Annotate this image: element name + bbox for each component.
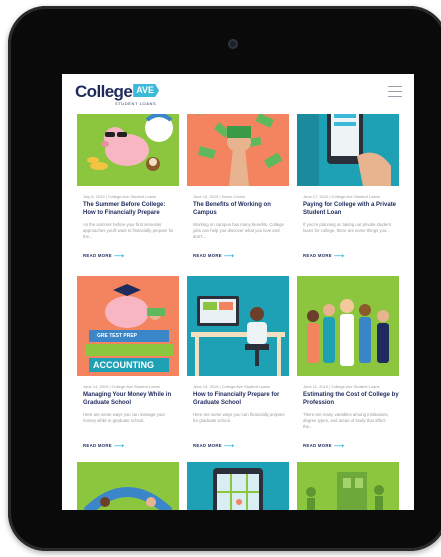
article-title[interactable]: Estimating the Cost of College by Profes…	[303, 391, 399, 407]
read-more-label: READ MORE	[83, 253, 112, 258]
article-meta: June 10, 2019 | Karen Cohen	[193, 194, 246, 199]
article-card[interactable]	[297, 462, 399, 510]
campus-illustration-image[interactable]	[77, 462, 179, 510]
article-meta: June 14, 2019 | College Ave Student Loan…	[83, 384, 160, 389]
article-meta: July 8, 2019 | College Ave Student Loans	[83, 194, 157, 199]
camera-icon	[228, 39, 238, 49]
read-more-link[interactable]: READ MORE ⟶	[193, 442, 234, 450]
article-title[interactable]: How to Financially Prepare for Graduate …	[193, 391, 289, 407]
article-meta: June 13, 2019 | College Ave Student Loan…	[193, 384, 270, 389]
book-label: ACCOUNTING	[93, 360, 154, 370]
read-more-link[interactable]: READ MORE ⟶	[303, 252, 344, 260]
read-more-label: READ MORE	[303, 443, 332, 448]
article-title[interactable]: The Benefits of Working on Campus	[193, 201, 289, 217]
logo-subtitle: STUDENT LOANS	[115, 101, 157, 106]
article-excerpt: If you're planning on taking out private…	[303, 222, 391, 233]
article-meta: June 11, 2019 | College Ave Student Loan…	[303, 384, 380, 389]
read-more-link[interactable]: READ MORE ⟶	[193, 252, 234, 260]
arrow-right-icon: ⟶	[223, 443, 235, 450]
logo-wordmark: College	[75, 82, 133, 101]
logo-ave-badge: AVE	[133, 84, 160, 97]
article-excerpt: Here are some ways you can manage your m…	[83, 412, 165, 423]
article-card[interactable]: June 11, 2019 | College Ave Student Loan…	[297, 276, 399, 452]
article-card[interactable]: GRE TEST PREP ACCOUNTING June 14, 2019 |…	[77, 276, 179, 452]
read-more-label: READ MORE	[83, 443, 112, 448]
college-ave-logo[interactable]: College AVE STUDENT LOANS	[75, 82, 160, 106]
article-title[interactable]: Managing Your Money While in Graduate Sc…	[83, 391, 179, 407]
building-silhouettes-image[interactable]	[297, 462, 399, 510]
hamburger-menu-icon[interactable]	[388, 86, 402, 97]
read-more-link[interactable]: READ MORE ⟶	[83, 252, 124, 260]
tablet-device: July 8, 2019 | College Ave Student Loans…	[8, 6, 441, 551]
browser-viewport: July 8, 2019 | College Ave Student Loans…	[62, 74, 414, 510]
arrow-right-icon: ⟶	[223, 253, 235, 260]
read-more-label: READ MORE	[303, 253, 332, 258]
read-more-link[interactable]: READ MORE ⟶	[83, 442, 124, 450]
article-card[interactable]	[187, 462, 289, 510]
article-card[interactable]: June 13, 2019 | College Ave Student Loan…	[187, 276, 289, 452]
map-tablet-image[interactable]	[187, 462, 289, 510]
article-excerpt: Working on campus has many benefits. Col…	[193, 222, 284, 239]
professionals-group-image[interactable]	[297, 276, 399, 376]
article-excerpt: Here are some ways you can financially p…	[193, 412, 285, 423]
article-title[interactable]: Paying for College with a Private Studen…	[303, 201, 399, 217]
site-header: College AVE STUDENT LOANS	[62, 74, 414, 114]
read-more-label: READ MORE	[193, 443, 222, 448]
article-excerpt: There are many variables among instituti…	[303, 412, 389, 429]
student-desk-computer-image[interactable]	[187, 276, 289, 376]
graduation-piggy-books-image[interactable]: GRE TEST PREP ACCOUNTING	[77, 276, 179, 376]
article-card[interactable]	[77, 462, 179, 510]
article-meta: June 17, 2019 | College Ave Student Loan…	[303, 194, 380, 199]
read-more-label: READ MORE	[193, 253, 222, 258]
article-title[interactable]: The Summer Before College: How to Financ…	[83, 201, 179, 217]
read-more-link[interactable]: READ MORE ⟶	[303, 442, 344, 450]
arrow-right-icon: ⟶	[113, 443, 125, 450]
arrow-right-icon: ⟶	[333, 443, 345, 450]
arrow-right-icon: ⟶	[113, 253, 125, 260]
book-label: GRE TEST PREP	[97, 333, 138, 339]
article-excerpt: As the summer before your first semester…	[83, 222, 174, 239]
arrow-right-icon: ⟶	[333, 253, 345, 260]
